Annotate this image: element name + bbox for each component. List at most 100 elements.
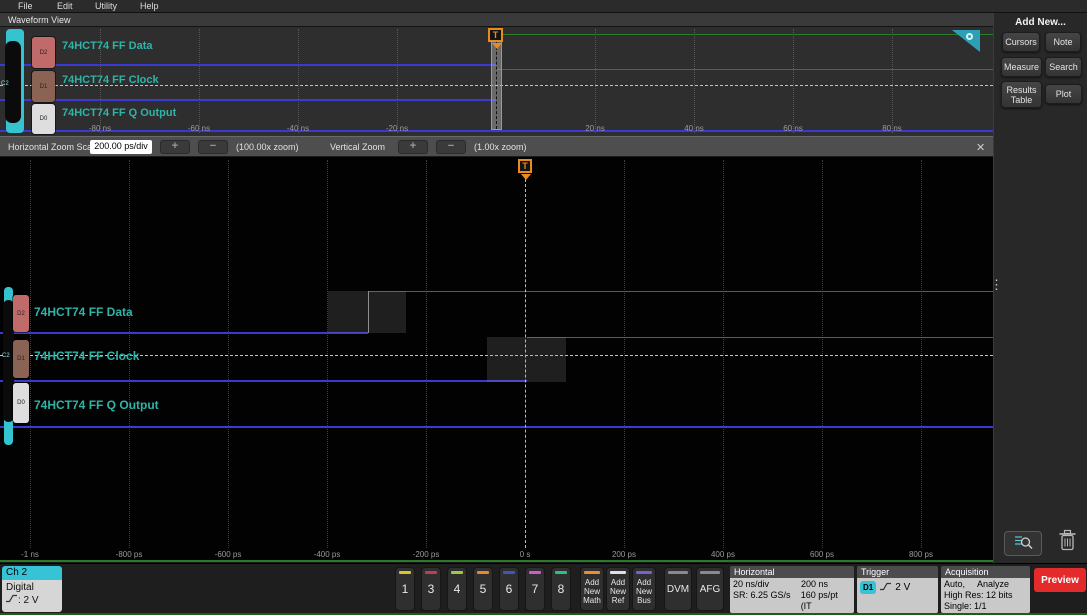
ch6-color-stripe [503, 571, 515, 574]
menu-utility[interactable]: Utility [95, 0, 117, 13]
main-axis-label: -400 ps [313, 550, 341, 559]
acq-single: Single: 1/1 [944, 601, 987, 611]
afg-label: AFG [699, 583, 721, 595]
channel-5-label: 5 [479, 582, 487, 596]
label-d2[interactable]: 74HCT74 FF Data [34, 305, 133, 319]
d0-low-trace [0, 426, 993, 428]
ov-axis-label: -60 ns [187, 124, 211, 133]
main-axis-label: -600 ps [214, 550, 242, 559]
waveform-overview[interactable]: C2 D2 D1 D0 74HCT74 FF Data 74HCT74 FF C… [0, 27, 993, 136]
channel-7-label: 7 [531, 582, 539, 596]
tab-waveform-view[interactable]: Waveform View [8, 13, 71, 27]
v-zoom-plus-button[interactable]: + [398, 140, 428, 154]
label-d1[interactable]: 74HCT74 FF Clock [34, 349, 139, 363]
main-axis-label: 400 ps [710, 550, 736, 559]
cursors-button[interactable]: Cursors [1002, 32, 1040, 52]
add-new-ref-button[interactable]: Add New Ref [606, 567, 630, 611]
results-bar: Add New... Cursors Note Measure Search R… [990, 13, 1087, 563]
ov-label-d1[interactable]: 74HCT74 FF Clock [62, 74, 159, 86]
d2-transition-region [328, 291, 406, 333]
preview-button[interactable]: Preview [1034, 568, 1086, 592]
h-zoom-scale-label: Horizontal Zoom Scale [8, 142, 100, 152]
ov-axis-label: -40 ns [286, 124, 310, 133]
results-table-button[interactable]: Results Table [1001, 81, 1042, 108]
rising-edge-icon [6, 594, 17, 607]
zoom-toolbar: Horizontal Zoom Scale 200.00 ps/div + − … [0, 136, 993, 157]
ov-trigger-source-tag: C2 [1, 81, 9, 87]
zoom-overview-button[interactable] [1004, 531, 1042, 556]
search-button[interactable]: Search [1045, 57, 1082, 77]
trigger-title: Trigger [857, 566, 938, 578]
tekscope-window: File Edit Utility Help Waveform View C2 [0, 0, 1087, 615]
badge-d2[interactable]: D2 [13, 295, 29, 332]
measure-button[interactable]: Measure [1001, 57, 1042, 77]
ov-badge-d2[interactable]: D2 [32, 37, 55, 68]
badge-d1[interactable]: D1 [13, 340, 29, 378]
d1-high-trace [527, 337, 993, 338]
math-color-stripe [584, 571, 600, 574]
menu-edit[interactable]: Edit [57, 0, 73, 13]
ch5-color-stripe [477, 571, 489, 574]
trigger-source-chip: D1 [860, 581, 877, 594]
menu-bar: File Edit Utility Help [0, 0, 1087, 13]
v-zoom-minus-button[interactable]: − [436, 140, 466, 154]
v-zoom-label: Vertical Zoom [330, 142, 386, 152]
ov-badge-d1[interactable]: D1 [32, 71, 55, 102]
ch2-title: Ch 2 [2, 566, 62, 580]
dvm-stripe [668, 571, 688, 574]
channel-5-button[interactable]: 5 [473, 567, 493, 611]
acquisition-panel[interactable]: Acquisition Auto, Analyze High Res: 12 bi… [941, 566, 1030, 613]
trash-button[interactable] [1054, 529, 1080, 557]
h-zoom-plus-button[interactable]: + [160, 140, 190, 154]
label-d0[interactable]: 74HCT74 FF Q Output [34, 398, 159, 412]
panel-splitter-handle[interactable]: ⋮ [990, 278, 1003, 291]
ov-trigger-flag[interactable]: T [488, 28, 503, 42]
ov-label-d0[interactable]: 74HCT74 FF Q Output [62, 107, 176, 119]
h-zoom-scale-input[interactable]: 200.00 ps/div [90, 140, 152, 154]
main-axis-label: 800 ps [908, 550, 934, 559]
trigger-edge-icon [880, 582, 892, 594]
zoom-waveform-view[interactable]: T C2 D2 D1 D0 74HCT74 FF Data 74HCT74 FF… [0, 157, 993, 562]
main-axis-label: -1 ns [21, 550, 39, 559]
channel-6-label: 6 [505, 582, 513, 596]
horizontal-panel[interactable]: Horizontal 20 ns/div 200 ns SR: 6.25 GS/s… [730, 566, 854, 613]
add-new-bus-button[interactable]: Add New Bus [632, 567, 656, 611]
plot-button[interactable]: Plot [1045, 84, 1082, 104]
add-new-math-button[interactable]: Add New Math [580, 567, 604, 611]
ov-trigger-flag-tail [492, 43, 502, 49]
d1-transition-region [487, 337, 566, 382]
trigger-panel[interactable]: Trigger D1 2 V [857, 566, 938, 613]
settings-bar: Ch 2 Digital : 2 V 1 3 4 5 6 7 8 Add New… [0, 563, 1087, 615]
ref-color-stripe [610, 571, 626, 574]
channel-8-button[interactable]: 8 [551, 567, 571, 611]
h-scale: 20 ns/div [733, 579, 770, 589]
main-axis-label: -800 ps [115, 550, 143, 559]
channel-1-button[interactable]: 1 [395, 567, 415, 611]
ch2-badge[interactable]: Ch 2 Digital : 2 V [2, 566, 62, 612]
channel-6-button[interactable]: 6 [499, 567, 519, 611]
channel-3-button[interactable]: 3 [421, 567, 441, 611]
channel-7-button[interactable]: 7 [525, 567, 545, 611]
acq-mode: Auto, [944, 579, 966, 589]
dvm-button[interactable]: DVM [664, 567, 692, 611]
menu-file[interactable]: File [18, 0, 33, 13]
zoom-list-icon [1012, 533, 1034, 555]
ov-badge-d0[interactable]: D0 [32, 104, 55, 134]
main-trigger-flag[interactable]: T [518, 159, 532, 173]
ov-axis-label: -80 ns [88, 124, 112, 133]
ov-axis-label: 40 ns [684, 124, 704, 133]
ch4-color-stripe [451, 571, 463, 574]
channel-8-label: 8 [557, 582, 565, 596]
h-zoom-factor: (100.00x zoom) [236, 142, 299, 152]
zoom-close-icon[interactable]: ✕ [976, 141, 985, 154]
trigger-position-line [525, 179, 526, 548]
badge-d0[interactable]: D0 [13, 383, 29, 423]
menu-help[interactable]: Help [140, 0, 159, 13]
ov-label-d2[interactable]: 74HCT74 FF Data [62, 40, 152, 52]
afg-button[interactable]: AFG [696, 567, 724, 611]
channel-4-label: 4 [453, 582, 461, 596]
channel-4-button[interactable]: 4 [447, 567, 467, 611]
view-tab-strip: Waveform View [0, 13, 993, 27]
h-zoom-minus-button[interactable]: − [198, 140, 228, 154]
note-button[interactable]: Note [1045, 32, 1081, 52]
